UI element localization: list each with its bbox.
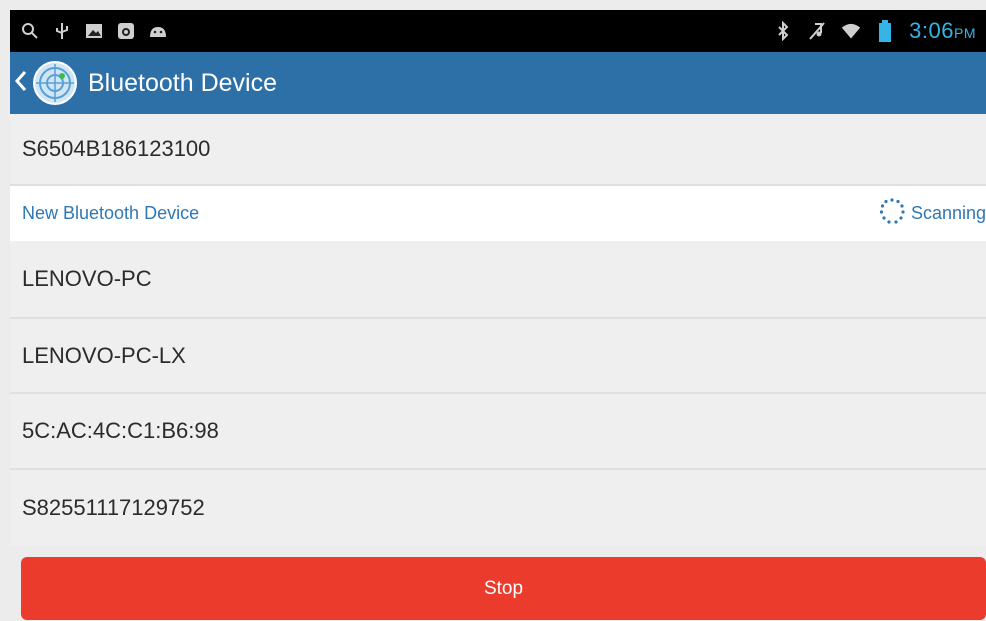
- chevron-left-icon: [14, 69, 28, 98]
- stop-scan-button[interactable]: Stop: [21, 557, 986, 620]
- radar-logo-icon: [32, 60, 78, 106]
- usb-icon: [52, 21, 72, 41]
- search-icon: [20, 21, 40, 41]
- scanning-label: Scanning: [910, 203, 986, 223]
- page-title: Bluetooth Device: [88, 68, 278, 97]
- battery-icon: [875, 20, 895, 42]
- bluetooth-icon: [773, 21, 793, 41]
- device-name: S6504B186123100: [22, 136, 211, 161]
- new-device-item[interactable]: S82551117129752: [10, 470, 986, 546]
- new-devices-header: New Bluetooth Device Scanning: [10, 186, 986, 241]
- device-name: S82551117129752: [22, 495, 205, 520]
- device-name: LENOVO-PC: [22, 266, 152, 291]
- status-bar-notifications: [20, 21, 168, 41]
- new-device-item[interactable]: LENOVO-PC: [10, 241, 986, 319]
- clock: 3:06PM: [909, 18, 976, 43]
- mute-icon: [807, 21, 827, 41]
- device-name: LENOVO-PC-LX: [22, 342, 186, 368]
- paired-device-item[interactable]: S6504B186123100: [10, 114, 986, 186]
- scanning-indicator: Scanning: [877, 196, 986, 231]
- status-bar-system: 3:06PM: [773, 18, 976, 44]
- back-button[interactable]: [10, 52, 78, 114]
- gallery-icon: [84, 21, 104, 41]
- new-device-item[interactable]: 5C:AC:4C:C1:B6:98: [10, 394, 986, 470]
- new-device-item[interactable]: LENOVO-PC-LX: [10, 319, 986, 394]
- device-name: 5C:AC:4C:C1:B6:98: [22, 418, 219, 443]
- android-debug-icon: [148, 21, 168, 41]
- status-bar: 3:06PM: [10, 10, 986, 52]
- section-title: New Bluetooth Device: [22, 203, 200, 223]
- camera-icon: [116, 21, 136, 41]
- app-bar: Bluetooth Device: [10, 52, 986, 114]
- loading-spinner-icon: [877, 196, 907, 231]
- wifi-icon: [841, 21, 861, 41]
